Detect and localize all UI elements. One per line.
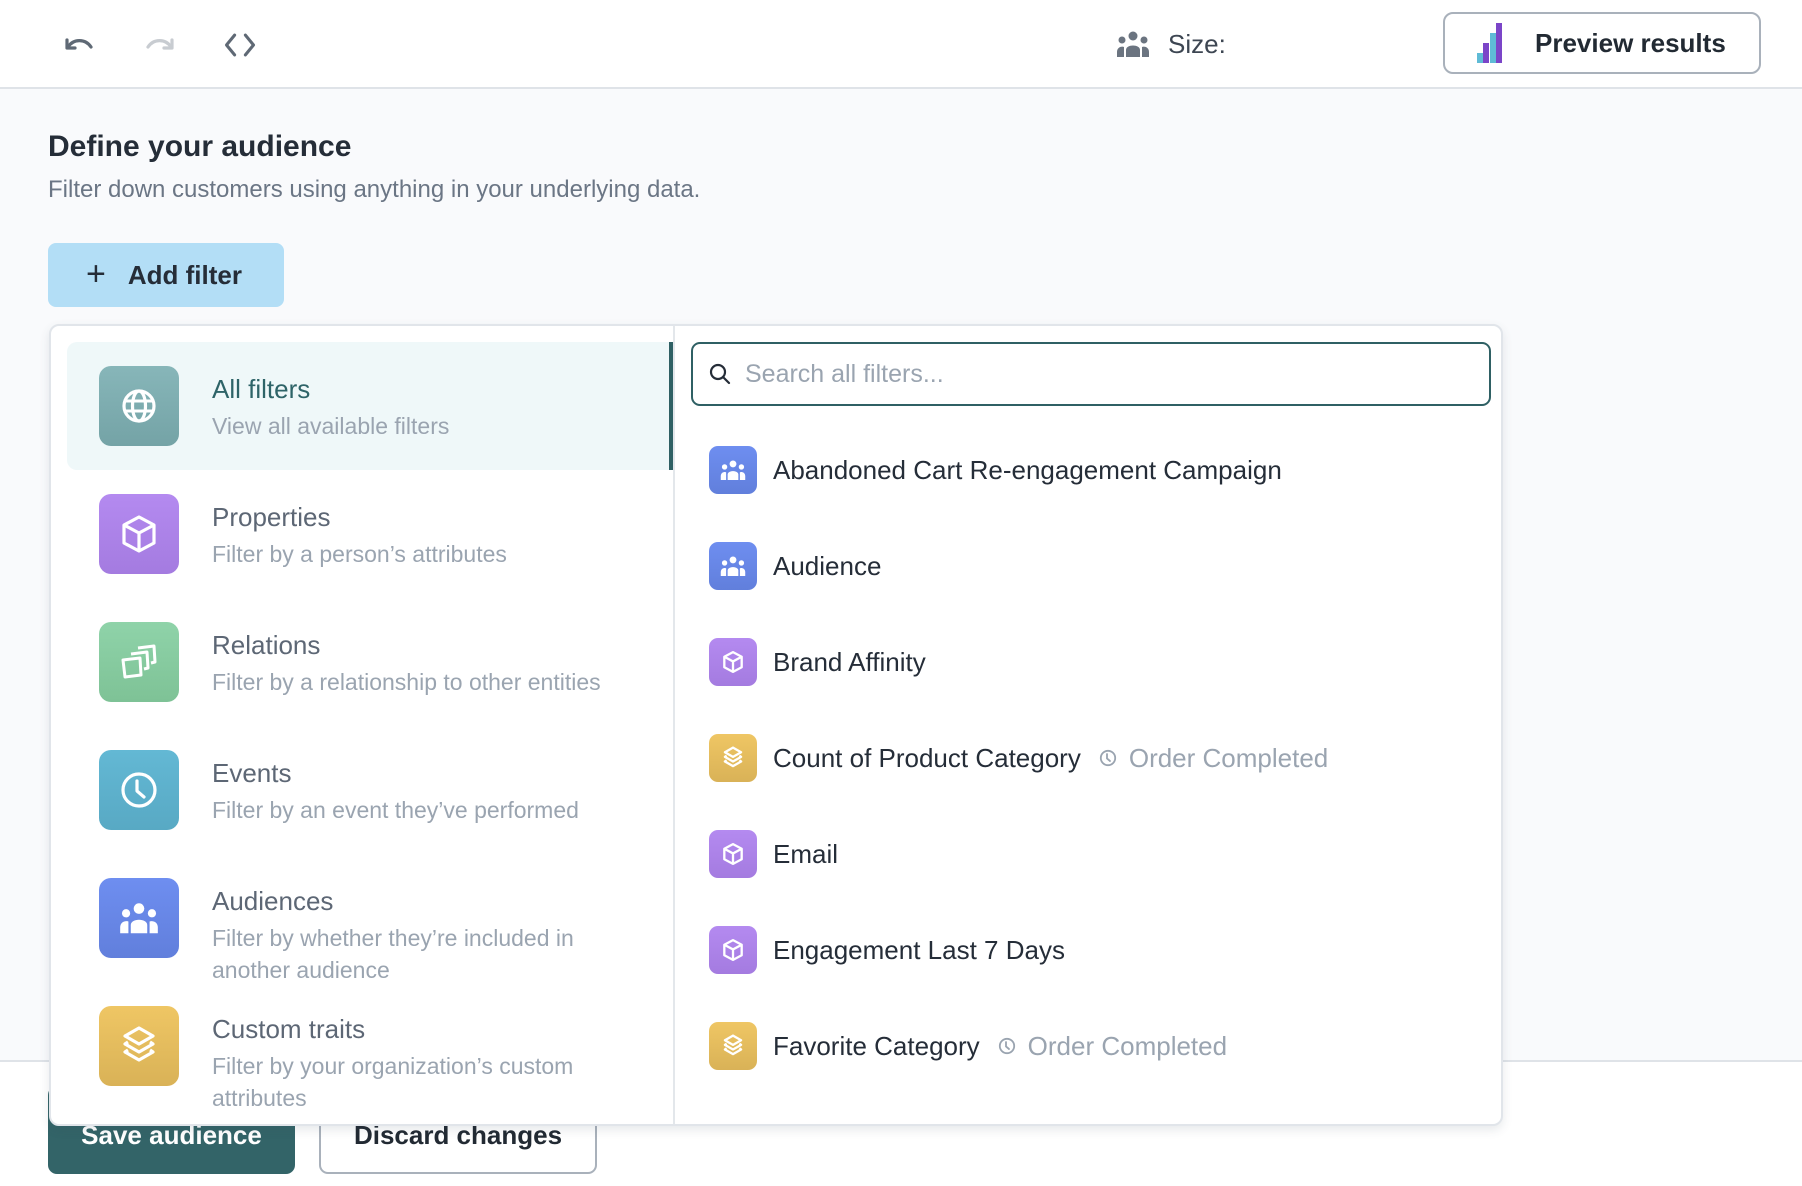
category-title: Events	[212, 758, 292, 788]
bar-chart-icon	[1477, 23, 1502, 63]
category-icon-box	[99, 622, 179, 702]
cube-icon	[723, 939, 743, 961]
category-title: Properties	[212, 502, 331, 532]
layers-icon	[123, 1026, 155, 1062]
category-icon-box	[99, 366, 179, 446]
category-properties[interactable]: Properties Filter by a person’s attribut…	[67, 470, 671, 598]
filter-search-input[interactable]	[745, 359, 1465, 389]
redo-button[interactable]	[142, 27, 178, 63]
filter-icon-box	[709, 542, 757, 590]
page-title: Define your audience	[48, 130, 352, 163]
filter-event-source: Order Completed	[1099, 743, 1328, 774]
filter-item[interactable]: Engagement Last 7 Days	[691, 914, 1481, 986]
filter-item[interactable]: Brand Affinity	[691, 626, 1481, 698]
category-relations[interactable]: Relations Filter by a relationship to ot…	[67, 598, 671, 726]
filter-item[interactable]: Audience	[691, 530, 1481, 602]
category-icon-box	[99, 750, 179, 830]
globe-icon	[122, 389, 156, 423]
filter-event-name: Order Completed	[1128, 742, 1329, 773]
filter-search-box[interactable]	[691, 342, 1491, 406]
clock-icon	[998, 1037, 1015, 1055]
preview-results-label: Preview results	[1535, 27, 1726, 58]
filter-picker-dropdown: All filters View all available filters P…	[49, 324, 1503, 1126]
cube-icon	[122, 515, 156, 553]
category-description: Filter by whether they’re included in an…	[212, 925, 574, 983]
add-filter-button[interactable]: + Add filter	[48, 243, 284, 307]
cube-icon	[723, 843, 743, 865]
category-description: Filter by a relationship to other entiti…	[212, 669, 601, 695]
filter-category-list: All filters View all available filters P…	[51, 326, 675, 1124]
plus-icon: +	[86, 254, 106, 293]
people-icon	[720, 556, 746, 576]
size-label: Size:	[1168, 28, 1226, 59]
filter-icon-box	[709, 638, 757, 686]
category-icon-box	[99, 1006, 179, 1086]
undo-icon	[65, 38, 93, 50]
category-description: Filter by a person’s attributes	[212, 541, 507, 567]
filter-item[interactable]: Favorite Category Order Completed	[691, 1010, 1481, 1082]
people-icon	[720, 460, 746, 480]
filter-icon-box	[709, 446, 757, 494]
people-icon	[1117, 31, 1149, 57]
clock-icon	[1099, 749, 1116, 767]
category-title: All filters	[212, 374, 311, 404]
category-custom-traits[interactable]: Custom traits Filter by your organizatio…	[67, 982, 671, 1111]
category-events[interactable]: Events Filter by an event they’ve perfor…	[67, 726, 671, 854]
redo-icon	[146, 38, 174, 50]
filter-name: Engagement Last 7 Days	[773, 934, 1065, 965]
code-icon	[224, 33, 256, 57]
filter-event-name: Order Completed	[1027, 1030, 1228, 1061]
layers-icon	[723, 746, 743, 768]
filter-name: Audience	[773, 550, 882, 581]
category-description: View all available filters	[212, 413, 450, 439]
filter-results-panel: Abandoned Cart Re-engagement Campaign Au…	[675, 326, 1501, 1124]
category-description: Filter by your organization’s custom att…	[212, 1053, 574, 1111]
filter-name: Favorite Category	[773, 1030, 980, 1061]
category-icon-box	[99, 878, 179, 958]
category-all-filters[interactable]: All filters View all available filters	[67, 342, 673, 470]
category-icon-box	[99, 494, 179, 574]
audience-size: Size:	[1116, 24, 1226, 64]
filter-event-source: Order Completed	[998, 1031, 1227, 1062]
filter-icon-box	[709, 1022, 757, 1070]
filter-name: Brand Affinity	[773, 646, 926, 677]
filter-name: Email	[773, 838, 839, 869]
preview-results-button[interactable]: Preview results	[1443, 12, 1761, 74]
stacked-cards-icon	[121, 644, 157, 679]
filter-name: Abandoned Cart Re-engagement Campaign	[773, 454, 1282, 485]
filter-item[interactable]: Count of Product Category Order Complete…	[691, 722, 1481, 794]
search-icon	[709, 363, 731, 385]
filter-name: Count of Product Category	[773, 742, 1081, 773]
category-audiences[interactable]: Audiences Filter by whether they’re incl…	[67, 854, 671, 983]
category-title: Relations	[212, 630, 321, 660]
page-subtitle: Filter down customers using anything in …	[48, 176, 701, 203]
filter-item[interactable]: Abandoned Cart Re-engagement Campaign	[691, 434, 1481, 506]
cube-icon	[723, 651, 743, 673]
category-title: Custom traits	[212, 1014, 366, 1044]
top-toolbar: Size: Preview results	[0, 0, 1802, 89]
people-icon	[120, 903, 158, 934]
layers-icon	[723, 1034, 743, 1056]
category-title: Audiences	[212, 886, 334, 916]
category-description: Filter by an event they’ve performed	[212, 797, 579, 823]
add-filter-label: Add filter	[127, 259, 242, 290]
undo-button[interactable]	[61, 27, 97, 63]
clock-icon	[121, 772, 157, 808]
filter-item[interactable]: Email	[691, 818, 1481, 890]
code-view-button[interactable]	[222, 27, 258, 63]
filter-icon-box	[709, 830, 757, 878]
filter-icon-box	[709, 734, 757, 782]
filter-icon-box	[709, 926, 757, 974]
